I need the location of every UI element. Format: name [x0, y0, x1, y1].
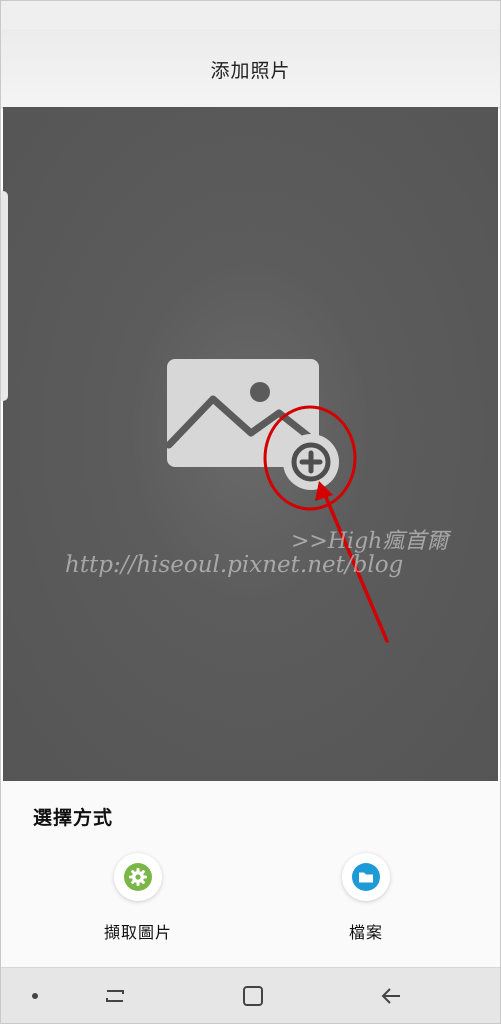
home-icon[interactable] [239, 982, 267, 1010]
edge-panel-handle[interactable] [1, 191, 8, 401]
add-photo-button[interactable] [283, 434, 339, 490]
file-button[interactable] [342, 853, 390, 901]
option-file[interactable]: 檔案 [301, 849, 431, 959]
choose-method-sheet: 選擇方式 擷取圖片 檔案 [1, 781, 500, 967]
watermark-line1: >>High瘋首爾 [291, 529, 449, 554]
plus-circle-icon [291, 442, 331, 482]
navigation-bar [1, 967, 500, 1023]
capture-image-label: 擷取圖片 [103, 923, 172, 942]
option-capture-image[interactable]: 擷取圖片 [73, 849, 203, 959]
folder-icon [352, 863, 380, 891]
back-icon[interactable] [377, 982, 405, 1010]
watermark-line2: http://hiseoul.pixnet.net/blog [65, 552, 404, 578]
app-frame: 添加照片 >>High瘋首爾 http://hiseoul.pixnet.net… [0, 0, 501, 1024]
page-title: 添加照片 [210, 59, 291, 82]
gear-icon [124, 863, 152, 891]
recent-apps-icon[interactable] [101, 982, 129, 1010]
status-bar [1, 1, 500, 31]
file-label: 檔案 [348, 923, 383, 942]
sheet-title: 選擇方式 [33, 807, 114, 829]
header: 添加照片 [1, 31, 500, 107]
capture-image-button[interactable] [114, 853, 162, 901]
dot-icon[interactable] [29, 990, 41, 1002]
